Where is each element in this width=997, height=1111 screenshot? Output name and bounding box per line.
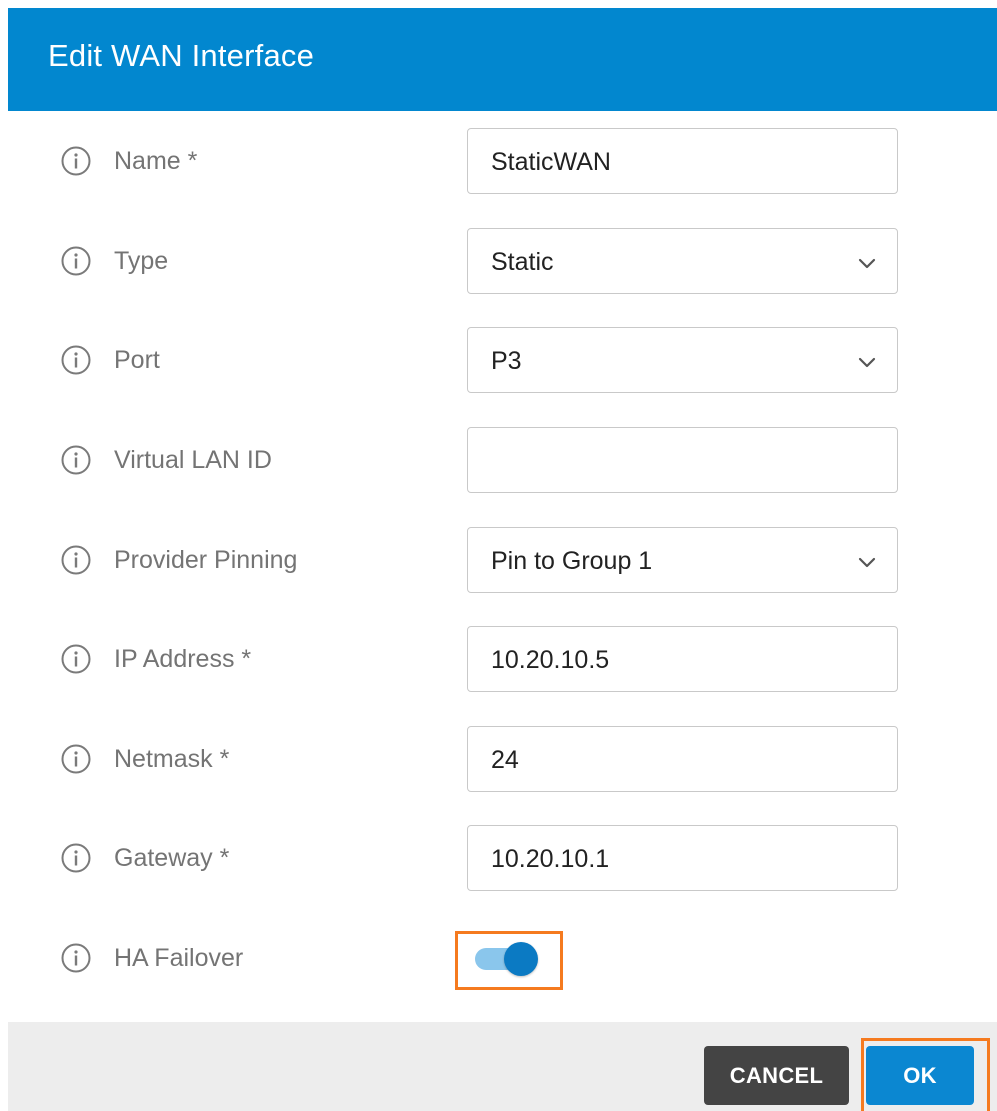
form-row-vlan-id: Virtual LAN ID — [8, 427, 997, 493]
chevron-down-icon — [858, 557, 876, 568]
provider-pinning-label: Provider Pinning — [114, 546, 298, 574]
ip-address-input-value: 10.20.10.5 — [491, 646, 610, 674]
name-label: Name * — [114, 147, 198, 175]
chevron-down-icon — [858, 258, 876, 269]
port-select-value: P3 — [491, 347, 522, 375]
info-icon[interactable] — [60, 942, 92, 974]
edit-wan-dialog: Edit WAN Interface Name * StaticWAN Type… — [8, 8, 997, 1111]
dialog-title: Edit WAN Interface — [48, 38, 315, 73]
info-icon[interactable] — [60, 344, 92, 376]
ip-address-label: IP Address * — [114, 645, 252, 673]
provider-pinning-select-value: Pin to Group 1 — [491, 547, 653, 575]
type-label: Type — [114, 247, 169, 275]
port-label: Port — [114, 346, 160, 374]
ha-failover-highlight — [455, 931, 563, 990]
netmask-input-value: 24 — [491, 746, 519, 774]
dialog-header: Edit WAN Interface — [8, 8, 997, 111]
netmask-input[interactable]: 24 — [467, 726, 898, 792]
ha-failover-label: HA Failover — [114, 944, 244, 972]
form-row-provider-pinning: Provider Pinning Pin to Group 1 — [8, 527, 997, 593]
gateway-input[interactable]: 10.20.10.1 — [467, 825, 898, 891]
form-row-name: Name * StaticWAN — [8, 128, 997, 194]
info-icon[interactable] — [60, 743, 92, 775]
ok-button[interactable]: OK — [866, 1046, 974, 1105]
form-row-gateway: Gateway * 10.20.10.1 — [8, 825, 997, 891]
cancel-button[interactable]: CANCEL — [704, 1046, 849, 1105]
form-row-ip-address: IP Address * 10.20.10.5 — [8, 626, 997, 692]
gateway-label: Gateway * — [114, 844, 230, 872]
info-icon[interactable] — [60, 245, 92, 277]
info-icon[interactable] — [60, 145, 92, 177]
ha-failover-toggle-knob[interactable] — [504, 942, 538, 976]
chevron-down-icon — [858, 357, 876, 368]
info-icon[interactable] — [60, 643, 92, 675]
info-icon[interactable] — [60, 544, 92, 576]
type-select-value: Static — [491, 248, 554, 276]
netmask-label: Netmask * — [114, 745, 230, 773]
gateway-input-value: 10.20.10.1 — [491, 845, 610, 873]
ip-address-input[interactable]: 10.20.10.5 — [467, 626, 898, 692]
dialog-footer: CANCEL OK — [8, 1022, 997, 1111]
info-icon[interactable] — [60, 842, 92, 874]
form-row-netmask: Netmask * 24 — [8, 726, 997, 792]
form-row-port: Port P3 — [8, 327, 997, 393]
vlan-id-input[interactable] — [467, 427, 898, 493]
name-input-value: StaticWAN — [491, 148, 611, 176]
info-icon[interactable] — [60, 444, 92, 476]
vlan-id-label: Virtual LAN ID — [114, 446, 272, 474]
name-input[interactable]: StaticWAN — [467, 128, 898, 194]
form-row-type: Type Static — [8, 228, 997, 294]
port-select[interactable]: P3 — [467, 327, 898, 393]
provider-pinning-select[interactable]: Pin to Group 1 — [467, 527, 898, 593]
type-select[interactable]: Static — [467, 228, 898, 294]
